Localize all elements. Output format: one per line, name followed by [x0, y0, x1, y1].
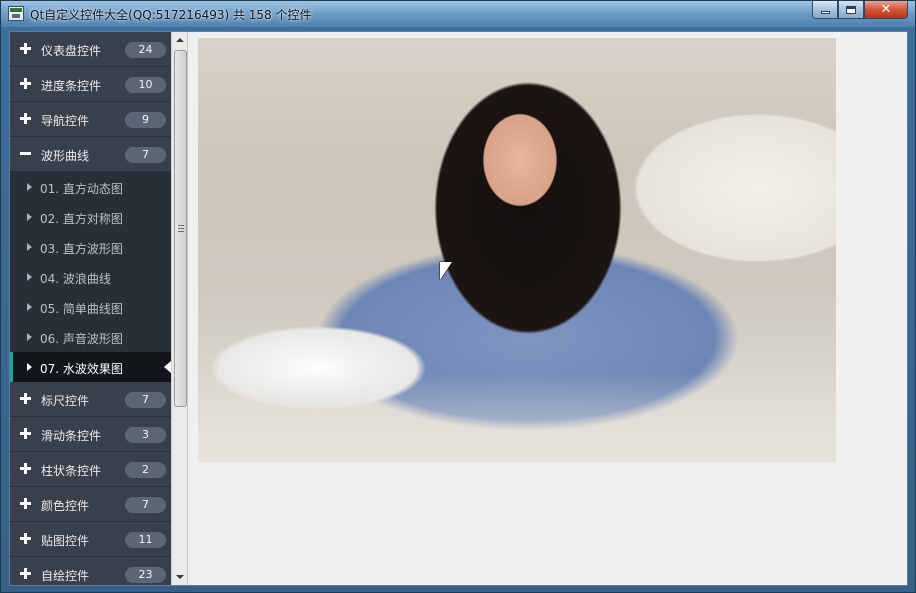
count-badge: 2 — [125, 462, 166, 478]
triangle-right-icon — [27, 363, 32, 371]
close-button[interactable]: ✕ — [864, 1, 908, 19]
nav-group-label: 贴图控件 — [41, 534, 90, 548]
scrollbar-thumb[interactable] — [174, 50, 187, 407]
nav-item-label: 05. 简单曲线图 — [40, 302, 123, 316]
plus-icon — [20, 568, 31, 579]
plus-icon — [20, 498, 31, 509]
nav-group-bar[interactable]: 柱状条控件 2 — [10, 452, 171, 487]
nav-group-label: 波形曲线 — [41, 149, 90, 163]
nav-group-label: 仪表盘控件 — [41, 44, 102, 58]
nav-group-navigation[interactable]: 导航控件 9 — [10, 102, 171, 137]
nav-item-07-selected[interactable]: 07. 水波效果图 — [10, 352, 171, 382]
nav-item-label: 02. 直方对称图 — [40, 212, 123, 226]
count-badge: 7 — [125, 497, 166, 513]
nav-item-03[interactable]: 03. 直方波形图 — [10, 232, 171, 262]
close-icon: ✕ — [880, 2, 892, 17]
nav-group-gauges[interactable]: 仪表盘控件 24 — [10, 32, 171, 67]
nav-group-slider[interactable]: 滑动条控件 3 — [10, 417, 171, 452]
nav-item-04[interactable]: 04. 波浪曲线 — [10, 262, 171, 292]
nav-item-label: 01. 直方动态图 — [40, 182, 123, 196]
nav-item-label: 03. 直方波形图 — [40, 242, 123, 256]
selection-accent-bar — [10, 352, 13, 382]
nav-item-label: 07. 水波效果图 — [40, 362, 123, 376]
title-bar[interactable]: Qt自定义控件大全(QQ:517216493) 共 158 个控件 ✕ — [1, 1, 915, 27]
scroll-up-button[interactable] — [172, 32, 188, 48]
nav-scrollbar[interactable] — [171, 32, 188, 585]
nav-group-label: 颜色控件 — [41, 499, 90, 513]
triangle-right-icon — [27, 273, 32, 281]
window-controls: ✕ — [812, 1, 908, 19]
nav-item-02[interactable]: 02. 直方对称图 — [10, 202, 171, 232]
nav-group-custom-draw[interactable]: 自绘控件 23 — [10, 557, 171, 585]
triangle-right-icon — [27, 333, 32, 341]
maximize-button[interactable] — [838, 1, 864, 19]
arrow-down-icon — [176, 575, 184, 579]
plus-icon — [20, 533, 31, 544]
plus-icon — [20, 78, 31, 89]
triangle-right-icon — [27, 213, 32, 221]
nav-group-label: 柱状条控件 — [41, 464, 102, 478]
nav-item-06[interactable]: 06. 声音波形图 — [10, 322, 171, 352]
count-badge: 10 — [125, 77, 166, 93]
water-ripple-photo[interactable] — [198, 38, 836, 462]
nav-group-color[interactable]: 颜色控件 7 — [10, 487, 171, 522]
plus-icon — [20, 463, 31, 474]
nav-group-label: 自绘控件 — [41, 569, 90, 583]
count-badge: 7 — [125, 392, 166, 408]
arrow-up-icon — [176, 38, 184, 42]
nav-group-image[interactable]: 贴图控件 11 — [10, 522, 171, 557]
maximize-icon — [846, 5, 856, 14]
count-badge: 23 — [125, 567, 166, 583]
nav-group-label: 进度条控件 — [41, 79, 102, 93]
mouse-cursor-icon — [440, 262, 452, 280]
minimize-button[interactable] — [812, 1, 838, 19]
count-badge: 3 — [125, 427, 166, 443]
count-badge: 24 — [125, 42, 166, 58]
triangle-right-icon — [27, 303, 32, 311]
minimize-icon — [820, 11, 830, 14]
triangle-right-icon — [27, 183, 32, 191]
count-badge: 11 — [125, 532, 166, 548]
photo-shading — [198, 372, 836, 462]
minus-icon — [20, 148, 31, 159]
app-window-icon — [8, 6, 24, 21]
plus-icon — [20, 428, 31, 439]
nav-group-label: 导航控件 — [41, 114, 90, 128]
count-badge: 7 — [125, 147, 166, 163]
app-window: Qt自定义控件大全(QQ:517216493) 共 158 个控件 ✕ 仪表盘控… — [0, 0, 916, 593]
count-badge: 9 — [125, 112, 166, 128]
nav-group-ruler[interactable]: 标尺控件 7 — [10, 382, 171, 417]
nav-item-label: 04. 波浪曲线 — [40, 272, 111, 286]
nav-group-label: 标尺控件 — [41, 394, 90, 408]
plus-icon — [20, 393, 31, 404]
nav-item-01[interactable]: 01. 直方动态图 — [10, 172, 171, 202]
nav-item-label: 06. 声音波形图 — [40, 332, 123, 346]
grip-icon — [178, 225, 184, 232]
client-area: 仪表盘控件 24 进度条控件 10 导航控件 9 波形曲线 7 01. 直方动态… — [9, 31, 908, 586]
triangle-right-icon — [27, 243, 32, 251]
nav-group-progress[interactable]: 进度条控件 10 — [10, 67, 171, 102]
nav-group-waveform[interactable]: 波形曲线 7 — [10, 137, 171, 172]
scroll-down-button[interactable] — [172, 569, 188, 585]
plus-icon — [20, 43, 31, 54]
navigation-tree: 仪表盘控件 24 进度条控件 10 导航控件 9 波形曲线 7 01. 直方动态… — [10, 32, 171, 585]
plus-icon — [20, 113, 31, 124]
window-title: Qt自定义控件大全(QQ:517216493) 共 158 个控件 — [30, 8, 312, 22]
selection-pointer-icon — [164, 361, 171, 373]
nav-group-label: 滑动条控件 — [41, 429, 102, 443]
nav-item-05[interactable]: 05. 简单曲线图 — [10, 292, 171, 322]
